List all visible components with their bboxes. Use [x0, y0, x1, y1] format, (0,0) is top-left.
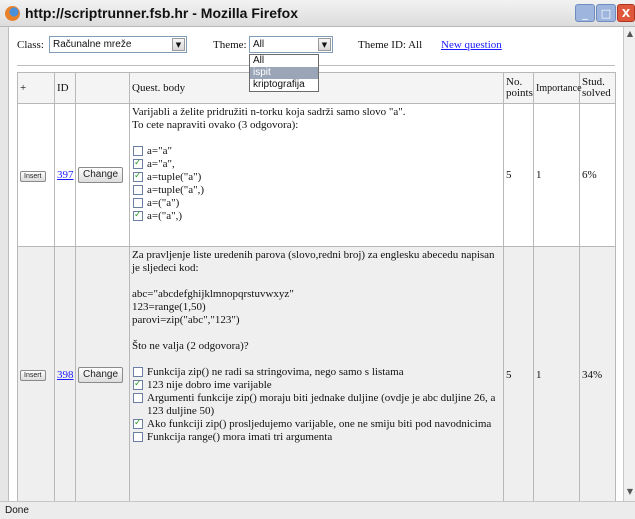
- theme-select[interactable]: All ▼: [249, 36, 333, 53]
- chevron-down-icon[interactable]: ▼: [172, 38, 185, 51]
- vertical-scrollbar[interactable]: ▲ ▼: [623, 27, 635, 501]
- theme-option-all[interactable]: All: [250, 55, 318, 67]
- theme-id-label: Theme ID: All: [358, 39, 423, 51]
- answer-option: Funkcija zip() ne radi sa stringovima, n…: [132, 366, 501, 379]
- id-cell: 398: [54, 246, 76, 503]
- question-body: Varijabli a želite pridružiti n-torku ko…: [129, 103, 504, 247]
- status-text: Done: [5, 505, 29, 516]
- answer-checkbox[interactable]: [133, 367, 143, 377]
- points-cell: 5: [503, 103, 534, 247]
- answer-text: a=("a"): [147, 197, 180, 209]
- code-line: 123=range(1,50): [132, 301, 206, 313]
- header-actions: [75, 72, 130, 104]
- answer-text: 123 nije dobro ime varijable: [147, 379, 272, 391]
- points-cell: 5: [503, 246, 534, 503]
- answer-checkbox[interactable]: [133, 157, 143, 170]
- answer-text: Argumenti funkcije zip() moraju biti jed…: [147, 392, 496, 417]
- class-label: Class:: [17, 39, 44, 51]
- answer-option: a=("a"): [132, 197, 501, 210]
- scroll-down-icon[interactable]: ▼: [625, 487, 635, 499]
- table-row: Insert 397 Change Varijabli a želite pri…: [17, 103, 616, 247]
- question-text: Varijabli a želite pridružiti n-torku ko…: [132, 106, 406, 118]
- header-importance: Importance: [533, 72, 582, 104]
- answer-text: a="a": [147, 145, 172, 157]
- answer-option: 123 nije dobro ime varijable: [132, 378, 501, 392]
- question-prompt: Što ne valja (2 odgovora)?: [132, 340, 249, 352]
- new-question-link[interactable]: New question: [441, 39, 502, 51]
- close-button[interactable]: X: [617, 4, 635, 22]
- answer-checkbox[interactable]: [133, 209, 143, 222]
- theme-label: Theme:: [213, 39, 247, 51]
- change-cell: Change: [75, 246, 130, 503]
- answer-text: a=tuple("a"): [147, 171, 202, 183]
- theme-option-kriptografija[interactable]: kriptografija: [250, 79, 318, 91]
- title-bar: http://scriptrunner.fsb.hr - Mozilla Fir…: [0, 0, 635, 27]
- scroll-up-icon[interactable]: ▲: [625, 29, 635, 41]
- answer-text: Funkcija zip() ne radi sa stringovima, n…: [147, 366, 404, 378]
- answer-checkbox[interactable]: [133, 417, 143, 430]
- answer-option: a="a": [132, 145, 501, 158]
- question-id-link[interactable]: 397: [57, 169, 74, 181]
- answer-checkbox[interactable]: [133, 170, 143, 183]
- question-text: Za pravljenje liste uredenih parova (slo…: [132, 249, 495, 274]
- answer-text: Ako funkciji zip() prosljedujemo varijab…: [147, 418, 492, 430]
- theme-select-value: All: [253, 39, 265, 50]
- insert-cell: Insert: [17, 103, 55, 247]
- answer-checkbox[interactable]: [133, 393, 143, 403]
- importance-cell: 1: [533, 246, 580, 503]
- answer-text: a="a",: [147, 158, 175, 170]
- insert-cell: Insert: [17, 246, 55, 503]
- answer-text: a=("a",): [147, 210, 183, 222]
- answer-option: Argumenti funkcije zip() moraju biti jed…: [132, 392, 501, 418]
- answer-option: a=("a",): [132, 209, 501, 223]
- change-button[interactable]: Change: [78, 366, 124, 383]
- firefox-logo-icon: [5, 6, 20, 21]
- solved-cell: 34%: [579, 246, 616, 503]
- status-bar: Done: [0, 501, 635, 519]
- class-select[interactable]: Računalne mreže ▼: [49, 36, 187, 53]
- id-cell: 397: [54, 103, 76, 247]
- answer-option: a="a",: [132, 157, 501, 171]
- answer-option: a=tuple("a",): [132, 184, 501, 197]
- answer-checkbox[interactable]: [133, 432, 143, 442]
- answer-checkbox[interactable]: [133, 378, 143, 391]
- questions-table: + ID Quest. body No. points Importance S…: [17, 72, 616, 503]
- insert-button[interactable]: Insert: [20, 370, 46, 381]
- question-id-link[interactable]: 398: [57, 369, 74, 381]
- page-content: Class: Računalne mreže ▼ Theme: All ▼ Th…: [9, 27, 623, 503]
- header-id: ID: [54, 72, 76, 104]
- answer-checkbox[interactable]: [133, 185, 143, 195]
- answer-option: a=tuple("a"): [132, 170, 501, 184]
- header-solved: Stud. solved: [579, 72, 616, 104]
- maximize-button[interactable]: □: [596, 4, 616, 22]
- answer-checkbox[interactable]: [133, 198, 143, 208]
- answer-checkbox[interactable]: [133, 146, 143, 156]
- question-text: To cete napraviti ovako (3 odgovora):: [132, 119, 299, 131]
- minimize-button[interactable]: _: [575, 4, 595, 22]
- answer-option: Funkcija range() mora imati tri argument…: [132, 431, 501, 444]
- code-line: abc="abcdefghijklmnopqrstuvwxyz": [132, 288, 294, 300]
- table-row: Insert 398 Change Za pravljenje liste ur…: [17, 246, 616, 503]
- solved-cell: 6%: [579, 103, 616, 247]
- answer-option: Ako funkciji zip() prosljedujemo varijab…: [132, 417, 501, 431]
- answer-text: Funkcija range() mora imati tri argument…: [147, 431, 333, 443]
- change-button[interactable]: Change: [78, 167, 124, 183]
- theme-option-ispit[interactable]: ispit: [250, 67, 318, 79]
- header-points: No. points: [503, 72, 534, 104]
- header-plus: +: [17, 72, 55, 104]
- class-select-value: Računalne mreže: [53, 39, 132, 50]
- theme-dropdown-list: All ispit kriptografija: [249, 54, 319, 92]
- answer-text: a=tuple("a",): [147, 184, 205, 196]
- question-body: Za pravljenje liste uredenih parova (slo…: [129, 246, 504, 503]
- chevron-down-icon[interactable]: ▼: [318, 38, 331, 51]
- window-title: http://scriptrunner.fsb.hr - Mozilla Fir…: [25, 5, 299, 21]
- insert-button[interactable]: Insert: [20, 170, 46, 182]
- importance-cell: 1: [533, 103, 580, 247]
- change-cell: Change: [75, 103, 130, 247]
- background-window-edge: [0, 27, 9, 501]
- code-line: parovi=zip("abc","123"): [132, 314, 240, 326]
